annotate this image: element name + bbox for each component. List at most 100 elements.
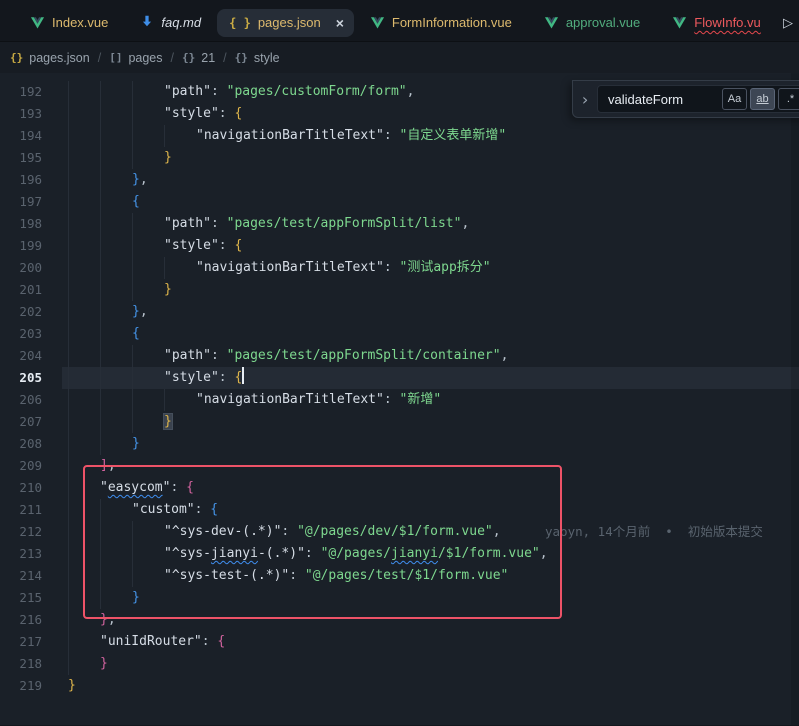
code-line[interactable]: 210"easycom": {: [0, 477, 799, 499]
code-token: "@/pages/: [321, 546, 391, 561]
code-token: :: [281, 524, 297, 539]
code-line[interactable]: 212"^sys-dev-(.*)": "@/pages/dev/$1/form…: [0, 521, 799, 543]
code-line[interactable]: 203{: [0, 323, 799, 345]
indent-guide: [100, 169, 101, 191]
code-token: ,: [108, 612, 116, 627]
code-line[interactable]: 206"navigationBarTitleText": "新增": [0, 389, 799, 411]
markdown-arrow-icon: [140, 14, 154, 31]
code-token: "^sys-: [164, 546, 211, 561]
code-content: "^sys-test-(.*)": "@/pages/test/$1/form.…: [68, 565, 508, 587]
tab-forminformation-vue[interactable]: FormInformation.vue: [354, 9, 528, 37]
breadcrumb-item-style[interactable]: {} style: [235, 51, 280, 65]
code-content: }: [68, 433, 140, 455]
tab-pages-json[interactable]: { } pages.json ×: [217, 9, 354, 37]
line-number: 203: [0, 323, 56, 345]
whole-word-icon[interactable]: ab: [750, 88, 775, 110]
code-line[interactable]: 197 {: [0, 191, 799, 213]
tab-approval-vue[interactable]: approval.vue: [528, 9, 656, 37]
code-token: :: [202, 634, 218, 649]
code-line[interactable]: 201}: [0, 279, 799, 301]
line-number: 213: [0, 543, 56, 565]
symbol-object-icon: {}: [182, 51, 195, 64]
code-content: "path": "pages/test/appFormSplit/contain…: [68, 345, 508, 367]
code-line[interactable]: 202},: [0, 301, 799, 323]
json-braces-icon: { }: [229, 16, 251, 30]
code-token: "@/pages/test/$1/form.vue": [305, 568, 509, 583]
regex-icon[interactable]: .*: [778, 88, 799, 110]
breadcrumb-item-21[interactable]: {} 21: [182, 51, 215, 65]
match-case-icon[interactable]: Aa: [722, 88, 747, 110]
code-line[interactable]: 214"^sys-test-(.*)": "@/pages/test/$1/fo…: [0, 565, 799, 587]
code-content: "uniIdRouter": {: [68, 631, 225, 653]
code-line[interactable]: 194"navigationBarTitleText": "自定义表单新增": [0, 125, 799, 147]
code-line[interactable]: 204 "path": "pages/test/appFormSplit/cont…: [0, 345, 799, 367]
indent-guide: [100, 367, 101, 389]
code-line[interactable]: 216},: [0, 609, 799, 631]
indent-guide: [68, 433, 69, 455]
indent-guide: [68, 411, 69, 433]
code-token: "custom": [132, 502, 195, 517]
find-input[interactable]: [598, 92, 722, 107]
code-token: "style": [164, 370, 219, 385]
code-token: {: [210, 502, 218, 517]
code-token: :: [170, 480, 186, 495]
breadcrumb-item-pages[interactable]: [] pages: [109, 51, 162, 65]
code-token: :: [211, 84, 227, 99]
code-line[interactable]: 209],: [0, 455, 799, 477]
code-line[interactable]: 200"navigationBarTitleText": "测试app拆分": [0, 257, 799, 279]
code-token: "新增": [400, 392, 442, 407]
code-line[interactable]: 219}: [0, 675, 799, 697]
code-token: "测试app拆分": [400, 260, 491, 275]
toggle-replace-chevron-icon[interactable]: ›: [577, 90, 593, 109]
indent-guide: [132, 125, 133, 147]
code-token: }: [132, 304, 140, 319]
symbol-object-icon: {}: [235, 51, 248, 64]
code-line[interactable]: 211"custom": {: [0, 499, 799, 521]
code-line[interactable]: 213"^sys-jianyi-(.*)": "@/pages/jianyi/$…: [0, 543, 799, 565]
code-line[interactable]: 198"path": "pages/test/appFormSplit/list…: [0, 213, 799, 235]
code-token: "pages/customForm/form": [227, 84, 407, 99]
code-line[interactable]: 215}: [0, 587, 799, 609]
line-number: 211: [0, 499, 56, 521]
code-content: }: [68, 587, 140, 609]
code-token: "自定义表单新增": [400, 128, 507, 143]
line-number: 204: [0, 345, 56, 367]
indent-guide: [68, 213, 69, 235]
line-number: 197: [0, 191, 56, 213]
vue-logo-icon: [370, 15, 385, 30]
indent-guide: [100, 411, 101, 433]
indent-guide: [100, 191, 101, 213]
code-token: "uniIdRouter": [100, 634, 202, 649]
tab-faq-md[interactable]: faq.md: [124, 9, 217, 37]
code-line[interactable]: 195}: [0, 147, 799, 169]
indent-guide: [68, 125, 69, 147]
code-line[interactable]: 217 "uniIdRouter": {: [0, 631, 799, 653]
code-token: {: [234, 370, 242, 385]
tab-index-vue[interactable]: Index.vue: [14, 9, 124, 37]
close-icon[interactable]: ×: [336, 15, 344, 31]
line-number: 206: [0, 389, 56, 411]
code-token: {: [132, 194, 140, 209]
line-number: 208: [0, 433, 56, 455]
editor-scrollbar[interactable]: [791, 73, 799, 725]
tab-flowinfo-vue[interactable]: FlowInfo.vu: [656, 9, 776, 37]
indent-guide: [100, 499, 101, 521]
indent-guide: [164, 125, 165, 147]
code-line[interactable]: 196},: [0, 169, 799, 191]
code-content: "style": {: [68, 235, 242, 257]
indent-guide: [100, 81, 101, 103]
code-line[interactable]: 218}: [0, 653, 799, 675]
code-line[interactable]: 199"style": {: [0, 235, 799, 257]
code-line[interactable]: 208}: [0, 433, 799, 455]
indent-guide: [164, 389, 165, 411]
breadcrumb-item-file[interactable]: {} pages.json: [10, 51, 90, 65]
code-token: {: [234, 238, 242, 253]
line-number: 217: [0, 631, 56, 653]
code-line[interactable]: 205"style": {: [0, 367, 799, 389]
code-line[interactable]: 207}: [0, 411, 799, 433]
indent-guide: [68, 609, 69, 631]
code-editor[interactable]: 192"path": "pages/customForm/form",193"s…: [0, 73, 799, 725]
code-content: "easycom": {: [68, 477, 194, 499]
tab-overflow-chevron-icon[interactable]: ▷: [783, 15, 793, 31]
code-token: "path": [164, 84, 211, 99]
